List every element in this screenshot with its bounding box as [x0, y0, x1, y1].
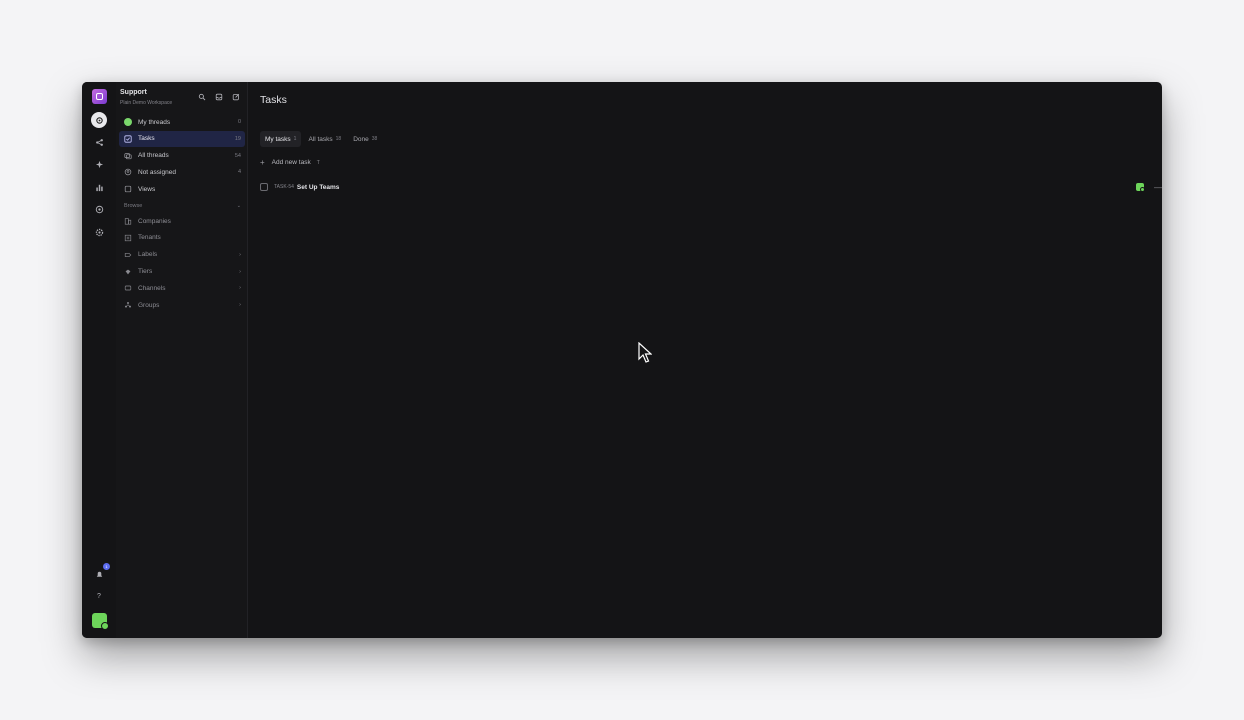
- user-avatar[interactable]: [92, 613, 109, 630]
- section-label: Browse: [124, 203, 143, 210]
- views-icon: [124, 185, 132, 193]
- sidebar-item-labels[interactable]: Labels ›: [119, 247, 245, 263]
- sidebar-item-label: Tasks: [138, 135, 155, 143]
- sidebar-item-count: 54: [234, 152, 241, 159]
- sidebar-item-label: Tenants: [138, 234, 161, 242]
- bell-icon[interactable]: 1: [91, 563, 110, 582]
- more-icon[interactable]: —: [1154, 183, 1162, 192]
- chevron-down-icon: ⌄: [236, 203, 241, 210]
- channel-icon: [124, 284, 132, 292]
- diamond-icon: [124, 268, 132, 276]
- mouse-cursor-icon: [638, 342, 652, 363]
- task-name: Set Up Teams: [296, 183, 340, 191]
- task-tabs: My tasks 1 All tasks 18 Done 38: [260, 131, 382, 147]
- sidebar-item-count: 4: [237, 169, 241, 176]
- add-task-label: Add new task: [271, 159, 311, 166]
- tab-all-tasks[interactable]: All tasks 18: [303, 131, 346, 147]
- sidebar-item-my-threads[interactable]: My threads 0: [119, 114, 245, 130]
- workspace-header[interactable]: Support Plain Demo Workspace: [120, 89, 244, 109]
- help-icon[interactable]: ?: [91, 588, 107, 604]
- sparkle-icon[interactable]: [91, 156, 107, 172]
- status-dot-icon: [124, 118, 132, 126]
- sidebar-item-groups[interactable]: Groups ›: [119, 297, 245, 313]
- inbox-icon[interactable]: [215, 93, 223, 101]
- page-title: Tasks: [260, 94, 287, 106]
- sidebar-item-companies[interactable]: Companies: [119, 213, 245, 229]
- settings-icon[interactable]: [91, 224, 107, 240]
- sidebar-item-label: Companies: [138, 217, 171, 225]
- tab-label: Done: [353, 135, 369, 143]
- sidebar: Support Plain Demo Workspace My threads …: [116, 82, 248, 638]
- shortcut-hint: T: [316, 159, 320, 166]
- sidebar-item-tenants[interactable]: Tenants: [119, 230, 245, 246]
- sidebar-item-tasks[interactable]: Tasks 19: [119, 130, 245, 147]
- task-id: TASK-54: [274, 184, 294, 190]
- chevron-right-icon: ›: [239, 302, 241, 309]
- tab-done[interactable]: Done 38: [348, 131, 382, 147]
- add-task-button[interactable]: + Add new task T: [260, 158, 320, 167]
- notification-badge: 1: [103, 563, 110, 570]
- logo-icon[interactable]: [92, 89, 107, 104]
- tenant-icon: [124, 234, 132, 242]
- sidebar-item-label: Labels: [138, 251, 158, 259]
- task-row[interactable]: TASK-54 Set Up Teams —: [260, 181, 1162, 193]
- search-icon[interactable]: [198, 93, 206, 101]
- sidebar-item-label: All threads: [138, 152, 169, 160]
- sidebar-item-label: Groups: [138, 301, 160, 309]
- sidebar-nav: My threads 0 Tasks 19 All threads 54 Not…: [119, 114, 245, 314]
- sidebar-item-count: 0: [237, 119, 241, 125]
- sidebar-item-not-assigned[interactable]: Not assigned 4: [119, 164, 245, 180]
- tab-label: All tasks: [308, 135, 333, 143]
- assignee-avatar[interactable]: [1136, 183, 1145, 192]
- sidebar-item-label: Channels: [138, 284, 166, 292]
- tab-label: My tasks: [265, 135, 291, 143]
- workspace-subtitle: Plain Demo Workspace: [120, 100, 173, 106]
- tag-icon: [124, 251, 132, 259]
- sidebar-item-count: 19: [234, 135, 241, 142]
- building-icon: [124, 217, 132, 225]
- share-icon[interactable]: [91, 134, 107, 150]
- home-icon[interactable]: [91, 112, 107, 128]
- sidebar-item-label: Tiers: [138, 268, 153, 276]
- tab-count: 18: [335, 136, 342, 142]
- workspace-name: Support: [120, 89, 147, 96]
- task-checkbox[interactable]: [260, 183, 268, 191]
- threads-icon: [124, 152, 132, 160]
- sidebar-item-tiers[interactable]: Tiers ›: [119, 264, 245, 280]
- sidebar-item-label: Not assigned: [138, 168, 176, 176]
- chevron-right-icon: ›: [239, 285, 241, 292]
- tab-count: 1: [293, 136, 297, 142]
- target-icon[interactable]: [91, 201, 107, 217]
- compose-icon[interactable]: [232, 93, 240, 101]
- chevron-right-icon: ›: [239, 268, 241, 275]
- section-header-browse[interactable]: Browse ⌄: [119, 199, 245, 213]
- groups-icon: [124, 301, 132, 309]
- task-check-icon: [124, 135, 132, 143]
- tab-count: 38: [371, 136, 378, 142]
- icon-rail: 1 ?: [82, 82, 116, 638]
- tab-my-tasks[interactable]: My tasks 1: [260, 131, 302, 147]
- plus-icon: +: [260, 158, 265, 167]
- sidebar-item-channels[interactable]: Channels ›: [119, 280, 245, 296]
- chart-icon[interactable]: [91, 179, 107, 195]
- sidebar-item-label: My threads: [138, 118, 171, 126]
- app-window: 1 ? Support Plain Demo Workspace My thre…: [82, 82, 1162, 638]
- sidebar-item-all-threads[interactable]: All threads 54: [119, 148, 245, 164]
- sidebar-item-label: Views: [138, 185, 156, 193]
- unassigned-icon: [124, 168, 132, 176]
- chevron-right-icon: ›: [239, 251, 241, 258]
- main-content: Tasks My tasks 1 All tasks 18 Done 38 + …: [248, 82, 1162, 638]
- sidebar-item-views[interactable]: Views: [119, 181, 245, 197]
